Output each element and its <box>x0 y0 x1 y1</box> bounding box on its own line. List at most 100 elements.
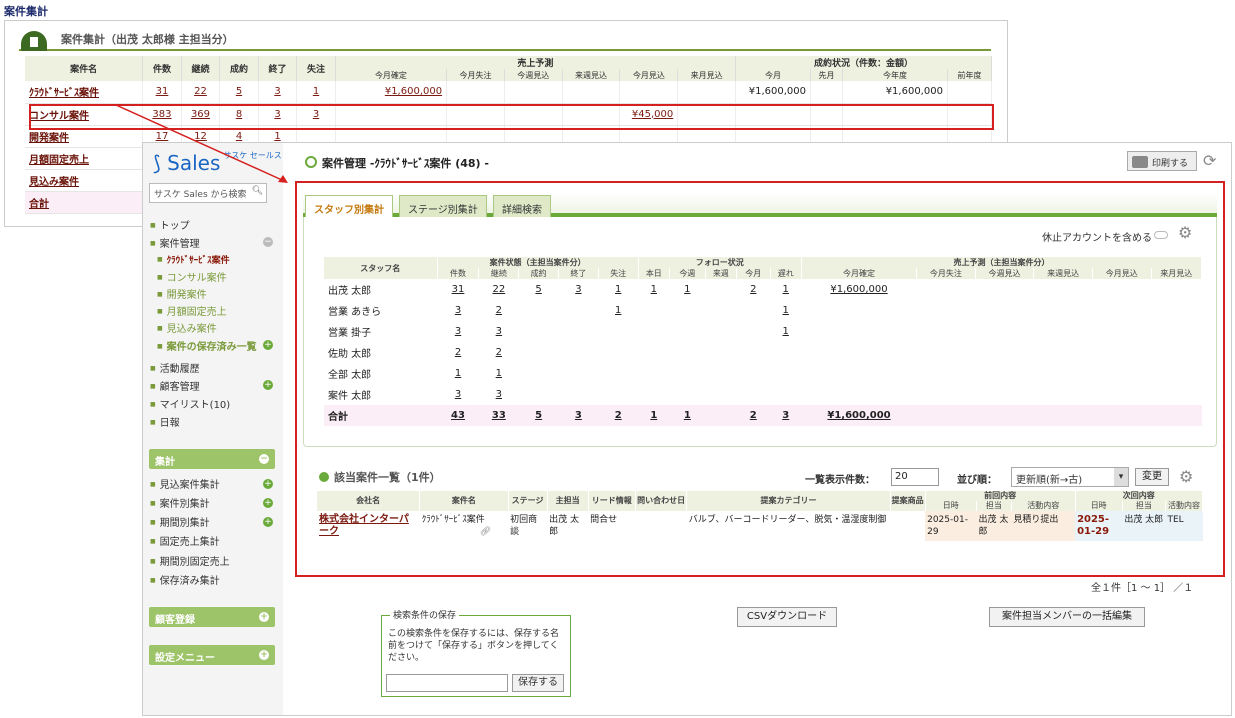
sidebar-item[interactable]: 月額固定売上 <box>157 303 227 318</box>
value-cell[interactable] <box>559 363 599 384</box>
value-link[interactable]: 2 <box>615 410 622 421</box>
value-cell[interactable]: 1 <box>670 279 706 300</box>
value-cell[interactable]: 1 <box>598 279 638 300</box>
value-link[interactable]: 1 <box>783 326 789 337</box>
count-cell[interactable]: 5 <box>219 81 259 104</box>
value-cell[interactable] <box>705 321 736 342</box>
value-cell[interactable]: ¥1,600,000 <box>801 405 917 426</box>
sidebar-item[interactable]: 案件の保存済み一覧 <box>157 338 257 353</box>
value-cell[interactable]: 3 <box>479 384 519 405</box>
value-link[interactable]: 5 <box>535 284 541 295</box>
sidebar-item[interactable]: 見込み案件 <box>157 320 217 335</box>
value-cell[interactable] <box>670 384 706 405</box>
sidebar-search-input[interactable]: サスケ Sales から検索 🔍︎ <box>149 183 267 203</box>
value-link[interactable]: 3 <box>496 326 502 337</box>
value-link[interactable]: 31 <box>452 284 465 295</box>
value-link[interactable]: 2 <box>750 410 757 421</box>
deal-name-link[interactable]: 見込み案件 <box>25 169 144 192</box>
value-cell[interactable] <box>705 405 737 426</box>
table-row[interactable]: 出茂 太郎 31 22 5 3 1 1 1 2 1 ¥1,600,000 <box>324 279 1202 300</box>
value-link[interactable]: 3 <box>455 326 461 337</box>
value-link[interactable]: 22 <box>492 284 505 295</box>
sidebar-item[interactable]: 期間別固定売上 <box>150 553 230 568</box>
sidebar-item[interactable]: トップ <box>150 217 190 232</box>
value-cell[interactable]: 2 <box>736 405 771 426</box>
tab-stage[interactable]: ステージ別集計 <box>399 195 487 217</box>
value-cell[interactable] <box>670 342 706 363</box>
value-cell[interactable] <box>705 384 736 405</box>
count-input[interactable]: 20 <box>891 468 939 486</box>
gear-icon[interactable]: ⚙ <box>1179 467 1193 486</box>
value-cell[interactable] <box>670 300 706 321</box>
value-cell[interactable] <box>801 384 916 405</box>
table-row[interactable]: 株式会社インターパーク ｸﾗｳﾄﾞｻｰﾋﾞｽ案件 🔗︎ 初回商談 出茂 太郎 問合… <box>317 511 1203 541</box>
sidebar-group-settings[interactable]: 設定メニュー + <box>149 645 275 665</box>
value-cell[interactable] <box>559 342 599 363</box>
value-link[interactable]: 5 <box>535 410 542 421</box>
value-cell[interactable] <box>638 321 669 342</box>
sidebar-item[interactable]: 期間別集計 <box>150 514 210 529</box>
value-cell[interactable] <box>770 384 801 405</box>
value-link[interactable]: 3 <box>455 305 461 316</box>
value-link[interactable]: ¥1,600,000 <box>830 284 887 295</box>
forecast-cell[interactable] <box>619 81 679 104</box>
value-link[interactable]: 3 <box>782 410 789 421</box>
sidebar-group-customer[interactable]: 顧客登録 + <box>149 607 275 627</box>
deal-name[interactable]: 合計 <box>29 199 49 210</box>
sidebar-item[interactable]: コンサル案件 <box>157 269 227 284</box>
value-link[interactable]: 1 <box>783 305 789 316</box>
count-link[interactable]: 1 <box>274 131 280 142</box>
sidebar-item[interactable]: 顧客管理 <box>150 378 200 393</box>
value-cell[interactable] <box>598 363 638 384</box>
csv-download-button[interactable]: CSVダウンロード <box>737 607 837 627</box>
table-row[interactable]: 案件 太郎 3 3 <box>324 384 1202 405</box>
refresh-icon[interactable]: ⟳ <box>1203 151 1216 170</box>
save-name-input[interactable] <box>386 674 508 692</box>
tab-detail-search[interactable]: 詳細検索 <box>493 195 551 217</box>
table-row[interactable]: 営業 あきら 3 2 1 1 <box>324 300 1202 321</box>
value-cell[interactable] <box>737 363 771 384</box>
value-cell[interactable]: 1 <box>638 405 670 426</box>
value-cell[interactable]: 3 <box>437 384 479 405</box>
value-cell[interactable] <box>670 363 706 384</box>
value-cell[interactable]: 3 <box>558 405 599 426</box>
sidebar-item[interactable]: 開発案件 <box>157 286 207 301</box>
sort-select[interactable]: 更新順(新→古) <box>1011 467 1129 487</box>
value-cell[interactable] <box>801 321 916 342</box>
value-cell[interactable]: 1 <box>598 300 638 321</box>
value-cell[interactable]: 2 <box>479 300 519 321</box>
value-cell[interactable]: 3 <box>437 321 479 342</box>
deal-name[interactable]: 月額固定売上 <box>29 155 89 166</box>
value-cell[interactable] <box>598 321 638 342</box>
gear-icon[interactable]: ⚙ <box>1178 223 1192 242</box>
sidebar-item[interactable]: 案件管理 <box>150 235 200 250</box>
value-link[interactable]: 1 <box>783 284 789 295</box>
value-cell[interactable]: 1 <box>770 321 801 342</box>
count-link[interactable]: 12 <box>194 131 207 142</box>
value-cell[interactable]: 3 <box>437 300 479 321</box>
value-cell[interactable] <box>638 342 669 363</box>
sidebar-item[interactable]: 活動履歴 <box>150 360 200 375</box>
value-link[interactable]: 3 <box>575 410 582 421</box>
sidebar-item[interactable]: 固定売上集計 <box>150 533 220 548</box>
value-cell[interactable] <box>801 363 916 384</box>
value-cell[interactable]: 5 <box>518 405 559 426</box>
value-link[interactable]: 1 <box>615 305 621 316</box>
table-row[interactable]: 営業 掛子 3 3 1 <box>324 321 1202 342</box>
value-cell[interactable]: 1 <box>479 363 519 384</box>
value-cell[interactable] <box>670 321 706 342</box>
value-cell[interactable]: 3 <box>479 321 519 342</box>
value-cell[interactable] <box>519 363 559 384</box>
value-cell[interactable] <box>559 321 599 342</box>
value-cell[interactable] <box>559 384 599 405</box>
value-link[interactable]: 1 <box>455 368 461 379</box>
value-cell[interactable] <box>598 384 638 405</box>
value-cell[interactable] <box>705 300 736 321</box>
deal-name-link[interactable]: 月額固定売上 <box>25 147 144 170</box>
value-link[interactable]: 3 <box>496 389 502 400</box>
sidebar-item[interactable]: ｸﾗｳﾄﾞｻｰﾋﾞｽ案件 <box>157 253 230 266</box>
deal-name-link[interactable]: ｸﾗｳﾄﾞｻｰﾋﾞｽ案件 <box>25 81 144 104</box>
count-link[interactable]: 5 <box>236 86 242 97</box>
value-link[interactable]: 2 <box>750 284 756 295</box>
sidebar-item[interactable]: マイリスト(10) <box>150 396 231 411</box>
